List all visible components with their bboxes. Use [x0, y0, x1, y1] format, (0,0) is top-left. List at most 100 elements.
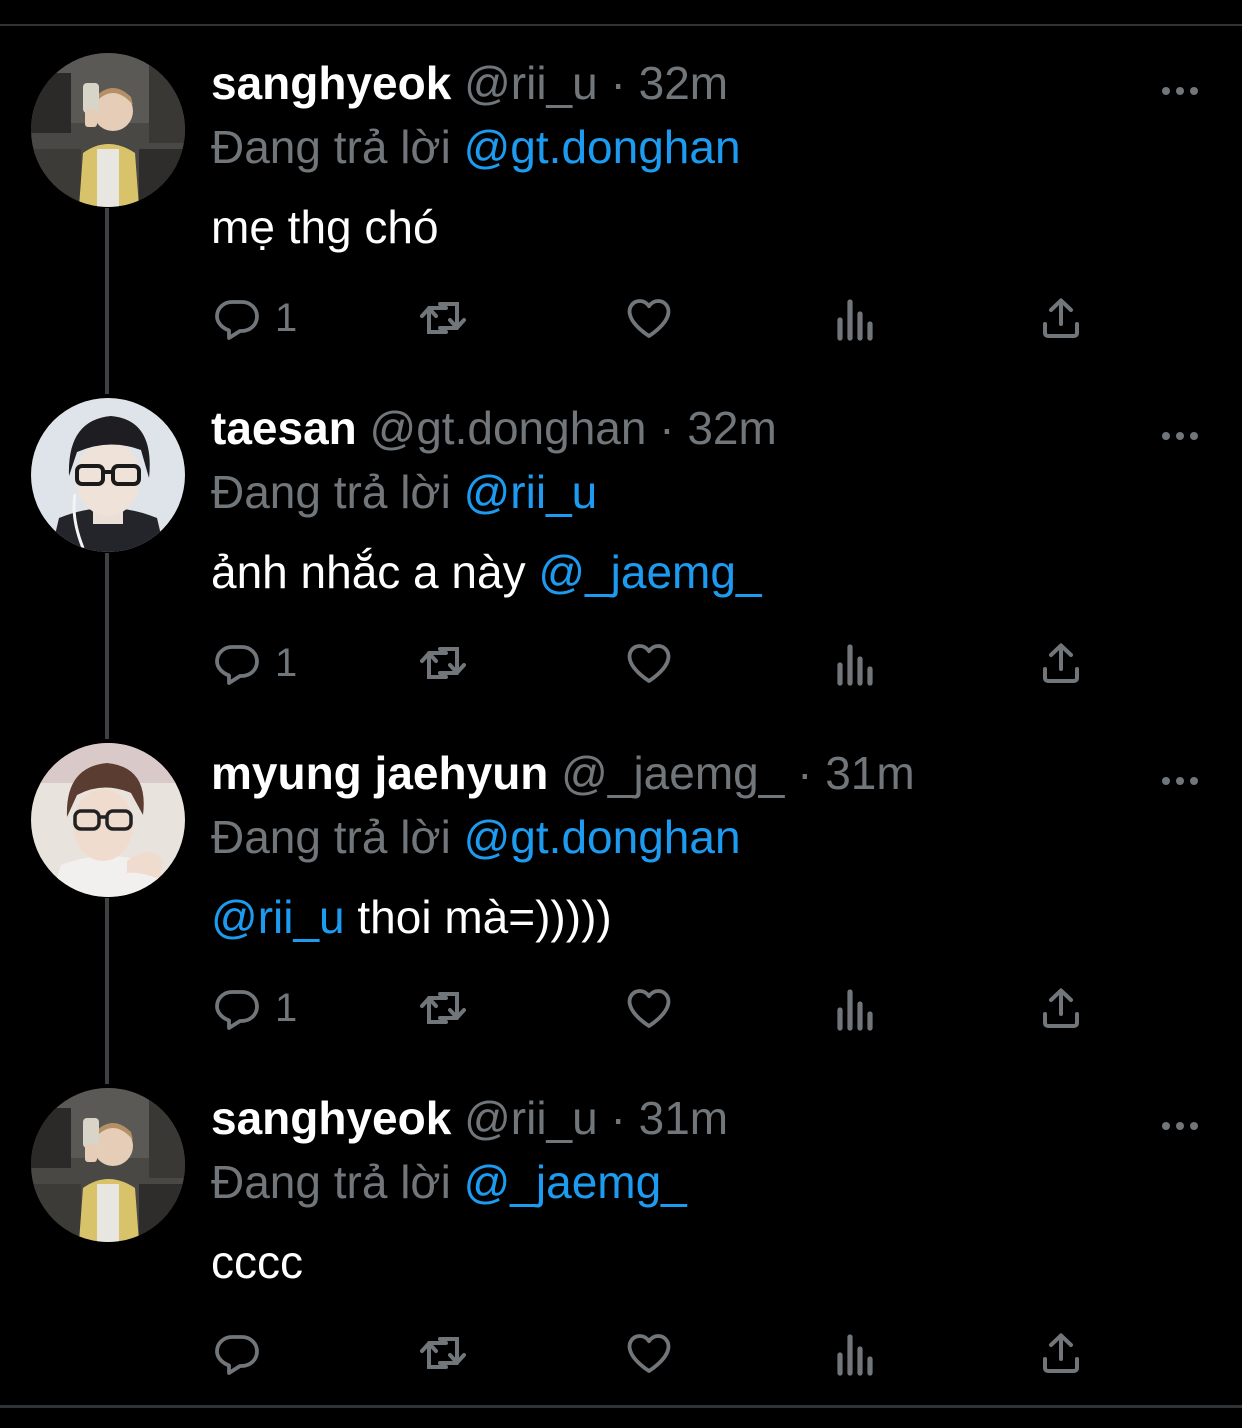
reply-count: 1: [275, 986, 298, 1030]
retweet-button[interactable]: [417, 983, 469, 1033]
more-icon[interactable]: [1158, 759, 1202, 803]
action-bar: 1: [0, 293, 1242, 343]
display-name[interactable]: sanghyeok: [211, 1092, 451, 1144]
retweet-icon: [420, 992, 466, 1024]
reply-button[interactable]: 1: [213, 983, 297, 1033]
body-text: thoi mà=))))): [344, 891, 612, 943]
bottom-divider: [0, 1405, 1242, 1408]
views-button[interactable]: [834, 983, 878, 1033]
share-button[interactable]: [1037, 1328, 1085, 1378]
reply-context: Đang trả lời @gt.donghan: [211, 119, 741, 175]
more-icon[interactable]: [1158, 1104, 1202, 1148]
reply-prefix: Đang trả lời: [211, 811, 451, 863]
timestamp[interactable]: 31m: [639, 1092, 728, 1144]
views-icon: [837, 1334, 873, 1376]
separator: ·: [659, 402, 675, 454]
separator: ·: [610, 1092, 626, 1144]
avatar[interactable]: [31, 53, 185, 207]
tweet-text: mẹ thg chó: [211, 199, 439, 255]
views-icon: [837, 299, 873, 341]
like-icon: [627, 299, 671, 338]
reply-button[interactable]: 1: [213, 293, 297, 343]
body-text: cccc: [211, 1236, 303, 1288]
separator: ·: [797, 747, 813, 799]
retweet-button[interactable]: [417, 293, 469, 343]
handle[interactable]: @rii_u: [464, 57, 598, 109]
avatar[interactable]: [31, 1088, 185, 1242]
share-icon: [1043, 988, 1079, 1028]
handle[interactable]: @_jaemg_: [561, 747, 784, 799]
tweet-text: cccc: [211, 1234, 303, 1290]
like-icon: [627, 989, 671, 1028]
tweet-text: @rii_u thoi mà=))))): [211, 889, 612, 945]
share-button[interactable]: [1037, 638, 1085, 688]
views-icon: [837, 989, 873, 1031]
views-icon: [837, 644, 873, 686]
tweet-header: myung jaehyun @_jaemg_ · 31m: [211, 745, 915, 801]
reply-to-mention[interactable]: @_jaemg_: [464, 1156, 687, 1208]
body-text: mẹ thg chó: [211, 201, 439, 253]
reply-icon: [215, 990, 259, 1030]
action-bar: 1: [0, 638, 1242, 688]
reply-to-mention[interactable]: @gt.donghan: [464, 811, 741, 863]
handle[interactable]: @rii_u: [464, 1092, 598, 1144]
reply-prefix: Đang trả lời: [211, 1156, 451, 1208]
reply-icon: [215, 300, 259, 340]
like-button[interactable]: [625, 983, 673, 1033]
like-icon: [627, 1334, 671, 1373]
like-button[interactable]: [625, 293, 673, 343]
tweet-header: sanghyeok @rii_u · 31m: [211, 1090, 728, 1146]
more-icon[interactable]: [1158, 414, 1202, 458]
like-button[interactable]: [625, 638, 673, 688]
reply-count: 1: [275, 296, 298, 340]
views-button[interactable]: [834, 638, 878, 688]
avatar-photo: [31, 743, 185, 897]
tweet[interactable]: sanghyeok @rii_u · 31m Đang trả lời @_ja…: [0, 1088, 1242, 1428]
more-icon[interactable]: [1158, 69, 1202, 113]
tweet[interactable]: taesan @gt.donghan · 32m Đang trả lời @r…: [0, 398, 1242, 738]
body-mention[interactable]: @rii_u: [211, 891, 345, 943]
separator: ·: [610, 57, 626, 109]
retweet-icon: [420, 1337, 466, 1369]
reply-count: 1: [275, 641, 298, 685]
tweet[interactable]: myung jaehyun @_jaemg_ · 31m Đang trả lờ…: [0, 743, 1242, 1083]
display-name[interactable]: myung jaehyun: [211, 747, 548, 799]
avatar[interactable]: [31, 398, 185, 552]
reply-button[interactable]: 1: [213, 638, 297, 688]
avatar[interactable]: [31, 743, 185, 897]
tweet-header: sanghyeok @rii_u · 32m: [211, 55, 728, 111]
action-bar: [0, 1328, 1242, 1378]
reply-context: Đang trả lời @_jaemg_: [211, 1154, 687, 1210]
share-button[interactable]: [1037, 293, 1085, 343]
share-button[interactable]: [1037, 983, 1085, 1033]
top-divider: [0, 24, 1242, 26]
reply-context: Đang trả lời @rii_u: [211, 464, 597, 520]
action-bar: 1: [0, 983, 1242, 1033]
avatar-photo: [31, 1088, 185, 1242]
views-button[interactable]: [834, 293, 878, 343]
avatar-photo: [31, 53, 185, 207]
retweet-icon: [420, 647, 466, 679]
reply-to-mention[interactable]: @rii_u: [464, 466, 598, 518]
reply-to-mention[interactable]: @gt.donghan: [464, 121, 741, 173]
views-button[interactable]: [834, 1328, 878, 1378]
timestamp[interactable]: 31m: [825, 747, 914, 799]
reply-icon: [215, 645, 259, 685]
reply-button[interactable]: [213, 1328, 275, 1378]
body-mention-end[interactable]: @_jaemg_: [538, 546, 761, 598]
timestamp[interactable]: 32m: [639, 57, 728, 109]
share-icon: [1043, 298, 1079, 338]
reply-context: Đang trả lời @gt.donghan: [211, 809, 741, 865]
display-name[interactable]: sanghyeok: [211, 57, 451, 109]
like-button[interactable]: [625, 1328, 673, 1378]
timestamp[interactable]: 32m: [687, 402, 776, 454]
reply-icon: [215, 1335, 259, 1375]
share-icon: [1043, 643, 1079, 683]
display-name[interactable]: taesan: [211, 402, 357, 454]
avatar-photo: [31, 398, 185, 552]
tweet-header: taesan @gt.donghan · 32m: [211, 400, 777, 456]
handle[interactable]: @gt.donghan: [370, 402, 647, 454]
tweet[interactable]: sanghyeok @rii_u · 32m Đang trả lời @gt.…: [0, 53, 1242, 393]
retweet-button[interactable]: [417, 638, 469, 688]
retweet-button[interactable]: [417, 1328, 469, 1378]
